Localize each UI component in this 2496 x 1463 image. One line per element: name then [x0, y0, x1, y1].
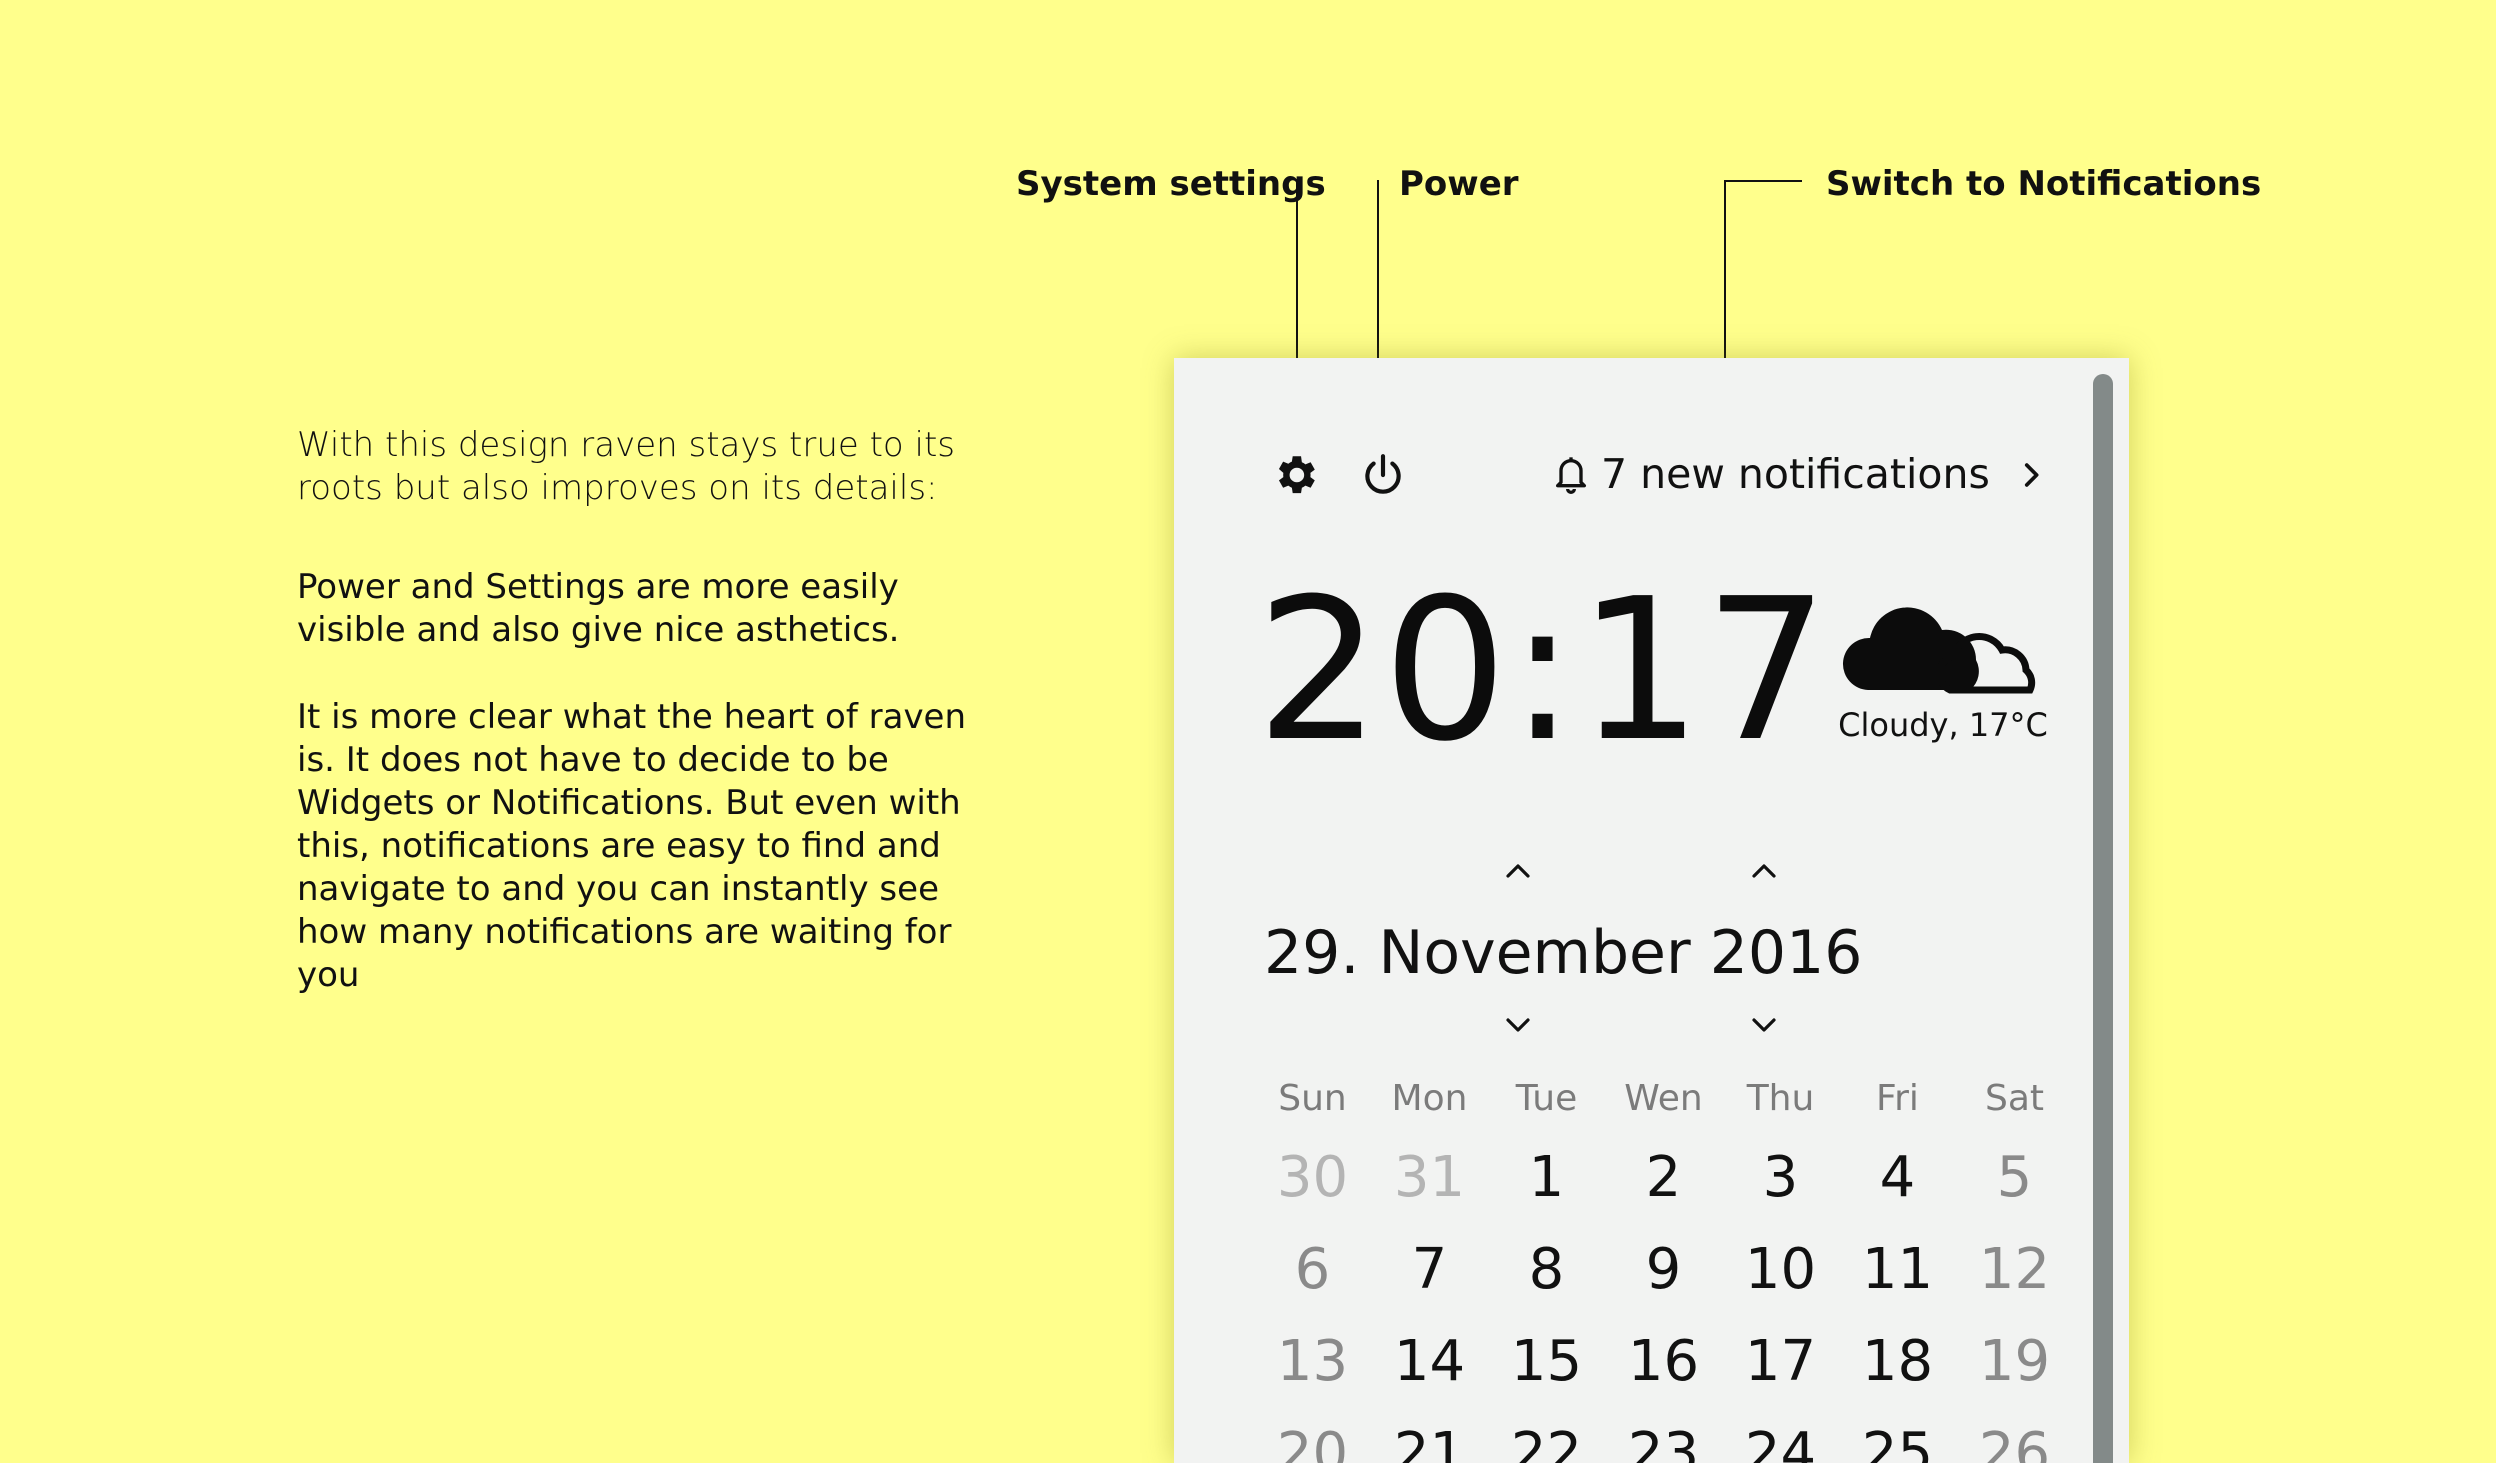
chevron-right-icon[interactable]	[2014, 458, 2048, 492]
annotation-system-settings: System settings	[1016, 164, 1326, 204]
date-month[interactable]: November	[1379, 918, 1691, 988]
date-day[interactable]: 29.	[1264, 918, 1359, 988]
month-down-button[interactable]	[1746, 1012, 1782, 1040]
date-display: 29. November 2016	[1264, 918, 1862, 988]
description-3: It is more clear what the heart of raven…	[297, 696, 1017, 997]
weekday-label: Mon	[1391, 1078, 1468, 1119]
calendar-day[interactable]: 6	[1254, 1230, 1371, 1322]
notifications-button[interactable]: 7 new notifications	[1551, 450, 1990, 498]
scrollbar[interactable]	[2093, 374, 2113, 1463]
calendar-day[interactable]: 22	[1488, 1414, 1605, 1463]
description-paragraph-1: With this design raven stays true to its…	[297, 425, 956, 508]
calendar-day[interactable]: 31	[1371, 1138, 1488, 1230]
weather-widget: Cloudy, 17°C	[1838, 598, 2048, 744]
weekday-label: Wen	[1624, 1078, 1703, 1119]
calendar-day[interactable]: 9	[1605, 1230, 1722, 1322]
calendar-day[interactable]: 3	[1722, 1138, 1839, 1230]
description-2: Power and Settings are more easily visib…	[297, 566, 1017, 652]
raven-panel: 7 new notifications 20:17 Cloudy, 17°C 2…	[1174, 358, 2129, 1463]
day-down-button[interactable]	[1500, 1012, 1536, 1040]
calendar-day[interactable]: 18	[1839, 1322, 1956, 1414]
calendar-day[interactable]: 12	[1956, 1230, 2073, 1322]
calendar-day[interactable]: 11	[1839, 1230, 1956, 1322]
calendar-day[interactable]: 19	[1956, 1322, 2073, 1414]
calendar-day[interactable]: 26	[1956, 1414, 2073, 1463]
bell-icon	[1551, 452, 1591, 496]
date-year: 2016	[1709, 918, 1863, 988]
calendar-day[interactable]: 20	[1254, 1414, 1371, 1463]
weekday-label: Sat	[1984, 1078, 2045, 1119]
gear-icon[interactable]	[1270, 450, 1320, 500]
weekday-label: Tue	[1515, 1078, 1578, 1119]
calendar-day[interactable]: 23	[1605, 1414, 1722, 1463]
calendar-day[interactable]: 13	[1254, 1322, 1371, 1414]
calendar: Sun Mon Tue Wen Thu Fri Sat 30 31 1 2 3 …	[1254, 1078, 2074, 1463]
calendar-day[interactable]: 1	[1488, 1138, 1605, 1230]
calendar-day[interactable]: 5	[1956, 1138, 2073, 1230]
calendar-day[interactable]: 15	[1488, 1322, 1605, 1414]
description-paragraph-3: It is more clear what the heart of raven…	[297, 697, 967, 995]
weekday-label: Thu	[1746, 1078, 1815, 1119]
cloudy-icon	[1838, 598, 2048, 698]
calendar-day[interactable]: 8	[1488, 1230, 1605, 1322]
annotation-switch-notifications: Switch to Notifications	[1826, 164, 2262, 204]
calendar-week: 30 31 1 2 3 4 5	[1254, 1138, 2074, 1230]
calendar-week: 13 14 15 16 17 18 19	[1254, 1322, 2074, 1414]
weather-label: Cloudy, 17°C	[1838, 706, 2048, 744]
weekday-label: Sun	[1278, 1078, 1347, 1119]
annotation-line-notifications-h	[1724, 180, 1802, 182]
clock-time: 20:17	[1256, 557, 1831, 785]
calendar-day[interactable]: 25	[1839, 1414, 1956, 1463]
day-up-button[interactable]	[1500, 856, 1536, 884]
power-icon[interactable]	[1358, 450, 1408, 500]
calendar-day[interactable]: 10	[1722, 1230, 1839, 1322]
calendar-day[interactable]: 4	[1839, 1138, 1956, 1230]
calendar-week: 6 7 8 9 10 11 12	[1254, 1230, 2074, 1322]
annotation-power: Power	[1399, 164, 1519, 204]
month-up-button[interactable]	[1746, 856, 1782, 884]
description-paragraph-2: Power and Settings are more easily visib…	[297, 567, 900, 650]
calendar-weekday-header: Sun Mon Tue Wen Thu Fri Sat	[1254, 1078, 2074, 1138]
calendar-day[interactable]: 14	[1371, 1322, 1488, 1414]
notifications-label: 7 new notifications	[1601, 450, 1990, 498]
weekday-label: Fri	[1876, 1078, 1919, 1119]
calendar-day[interactable]: 30	[1254, 1138, 1371, 1230]
calendar-day[interactable]: 24	[1722, 1414, 1839, 1463]
calendar-day[interactable]: 17	[1722, 1322, 1839, 1414]
calendar-week: 20 21 22 23 24 25 26	[1254, 1414, 2074, 1463]
calendar-day[interactable]: 2	[1605, 1138, 1722, 1230]
description: With this design raven stays true to its…	[297, 424, 1017, 510]
calendar-day[interactable]: 16	[1605, 1322, 1722, 1414]
calendar-day[interactable]: 7	[1371, 1230, 1488, 1322]
calendar-day[interactable]: 21	[1371, 1414, 1488, 1463]
